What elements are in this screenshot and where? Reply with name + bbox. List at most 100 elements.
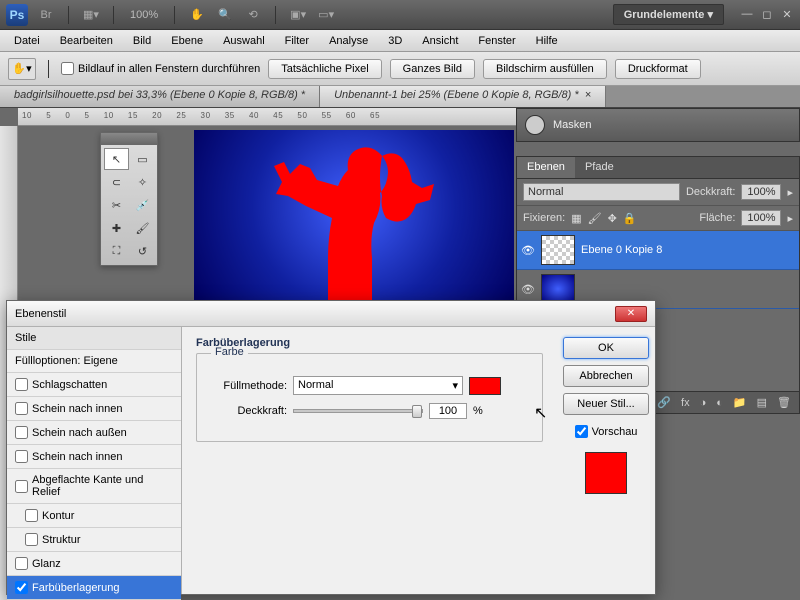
menu-layer[interactable]: Ebene bbox=[163, 33, 211, 49]
overlay-color-swatch[interactable] bbox=[469, 377, 501, 395]
hand-icon[interactable]: ✋ bbox=[187, 5, 207, 25]
heal-tool-icon[interactable]: ✚ bbox=[104, 217, 129, 239]
actual-pixels-button[interactable]: Tatsächliche Pixel bbox=[268, 59, 381, 79]
menu-image[interactable]: Bild bbox=[125, 33, 159, 49]
workspace-dropdown[interactable]: Grundelemente ▾ bbox=[613, 4, 724, 25]
style-texture[interactable]: Struktur bbox=[7, 528, 181, 552]
document-tabs: badgirlsilhouette.psd bei 33,3% (Ebene 0… bbox=[0, 86, 800, 108]
rotate-view-icon[interactable]: ⟲ bbox=[243, 5, 263, 25]
close-app-icon[interactable]: ✕ bbox=[780, 8, 794, 21]
doc-tab-2[interactable]: Unbenannt-1 bei 25% (Ebene 0 Kopie 8, RG… bbox=[320, 86, 606, 107]
menubar: Datei Bearbeiten Bild Ebene Auswahl Filt… bbox=[0, 30, 800, 52]
menu-file[interactable]: Datei bbox=[6, 33, 48, 49]
brush-tool-icon[interactable]: 🖌 bbox=[130, 217, 155, 239]
visibility-icon[interactable]: 👁 bbox=[521, 283, 535, 296]
opacity-value[interactable]: 100% bbox=[741, 184, 781, 200]
group-icon[interactable]: 📁 bbox=[733, 396, 747, 409]
wand-tool-icon[interactable]: ✧ bbox=[130, 171, 155, 193]
screen-mode-icon[interactable]: ▭▾ bbox=[316, 5, 336, 25]
stamp-tool-icon[interactable]: ⛶ bbox=[104, 240, 129, 262]
history-brush-icon[interactable]: ↺ bbox=[130, 240, 155, 262]
menu-analysis[interactable]: Analyse bbox=[321, 33, 376, 49]
fill-flyout-icon[interactable]: ▸ bbox=[787, 212, 793, 225]
palette-drag-handle[interactable] bbox=[101, 133, 157, 145]
mask-icon[interactable]: ◑ bbox=[700, 397, 707, 409]
trash-icon[interactable]: 🗑 bbox=[777, 396, 791, 409]
new-layer-icon[interactable]: ▤ bbox=[757, 396, 767, 409]
adjustment-icon[interactable]: ◐ bbox=[716, 397, 723, 409]
style-bevel[interactable]: Abgeflachte Kante und Relief bbox=[7, 469, 181, 504]
link-layers-icon[interactable]: 🔗 bbox=[657, 396, 671, 409]
crop-tool-icon[interactable]: ✂ bbox=[104, 194, 129, 216]
layer-thumbnail[interactable] bbox=[541, 235, 575, 265]
lasso-tool-icon[interactable]: ⊂ bbox=[104, 171, 129, 193]
masks-panel[interactable]: Masken bbox=[516, 108, 800, 142]
style-outer-glow[interactable]: Schein nach außen bbox=[7, 421, 181, 445]
preview-check[interactable] bbox=[575, 425, 588, 438]
styles-header[interactable]: Stile bbox=[7, 327, 181, 350]
dialog-main: Farbüberlagerung Farbe Füllmethode: Norm… bbox=[182, 327, 557, 594]
menu-select[interactable]: Auswahl bbox=[215, 33, 273, 49]
layer-row[interactable]: 👁 Ebene 0 Kopie 8 bbox=[517, 231, 799, 270]
arrange-icon[interactable]: ▣▾ bbox=[288, 5, 308, 25]
menu-help[interactable]: Hilfe bbox=[528, 33, 566, 49]
style-contour[interactable]: Kontur bbox=[7, 504, 181, 528]
style-satin[interactable]: Glanz bbox=[7, 552, 181, 576]
move-tool-icon[interactable]: ↖ bbox=[104, 148, 129, 170]
lock-transparency-icon[interactable]: ▦ bbox=[571, 212, 581, 225]
new-style-button[interactable]: Neuer Stil... bbox=[563, 393, 649, 415]
blend-options-row[interactable]: Füllloptionen: Eigene bbox=[7, 350, 181, 373]
menu-window[interactable]: Fenster bbox=[470, 33, 523, 49]
lock-position-icon[interactable]: ✥ bbox=[608, 212, 617, 225]
blend-mode-dropdown[interactable]: Normal bbox=[523, 183, 680, 201]
scroll-all-checkbox[interactable] bbox=[61, 62, 74, 75]
dialog-buttons: OK Abbrechen Neuer Stil... Vorschau bbox=[557, 327, 655, 594]
lock-pixels-icon[interactable]: 🖌 bbox=[588, 212, 602, 225]
menu-filter[interactable]: Filter bbox=[277, 33, 317, 49]
print-size-button[interactable]: Druckformat bbox=[615, 59, 701, 79]
visibility-icon[interactable]: 👁 bbox=[521, 244, 535, 257]
app-logo: Ps bbox=[6, 4, 28, 26]
bridge-icon[interactable]: Br bbox=[36, 5, 56, 25]
fill-screen-button[interactable]: Bildschirm ausfüllen bbox=[483, 59, 607, 79]
zoom-level[interactable]: 100% bbox=[130, 9, 158, 21]
fit-screen-button[interactable]: Ganzes Bild bbox=[390, 59, 475, 79]
style-inner-glow[interactable]: Schein nach innen bbox=[7, 445, 181, 469]
opacity-input[interactable] bbox=[429, 403, 467, 419]
tab-paths[interactable]: Pfade bbox=[575, 157, 624, 178]
dialog-titlebar[interactable]: Ebenenstil ✕ bbox=[7, 301, 655, 327]
layer-style-dialog: Ebenenstil ✕ Stile Füllloptionen: Eigene… bbox=[6, 300, 656, 595]
view-extras-icon[interactable]: ▦▾ bbox=[81, 5, 101, 25]
menu-edit[interactable]: Bearbeiten bbox=[52, 33, 121, 49]
eyedropper-tool-icon[interactable]: 💉 bbox=[130, 194, 155, 216]
opacity-slider[interactable] bbox=[293, 409, 423, 413]
cancel-button[interactable]: Abbrechen bbox=[563, 365, 649, 387]
scroll-all-windows-checkbox[interactable]: Bildlauf in allen Fenstern durchführen bbox=[61, 62, 260, 75]
lock-all-icon[interactable]: 🔒 bbox=[623, 212, 637, 225]
current-tool-icon[interactable]: ✋▾ bbox=[8, 58, 36, 80]
menu-3d[interactable]: 3D bbox=[380, 33, 410, 49]
close-icon[interactable]: ✕ bbox=[615, 306, 647, 322]
maximize-icon[interactable]: ◻ bbox=[760, 8, 774, 21]
style-inner-shadow[interactable]: Schein nach innen bbox=[7, 397, 181, 421]
slider-thumb[interactable] bbox=[412, 405, 422, 418]
blend-mode-combo[interactable]: Normal▾ bbox=[293, 376, 463, 395]
marquee-tool-icon[interactable]: ▭ bbox=[130, 148, 155, 170]
tab-layers[interactable]: Ebenen bbox=[517, 157, 575, 178]
style-color-overlay[interactable]: Farbüberlagerung bbox=[7, 576, 181, 600]
section-title: Farbüberlagerung bbox=[196, 337, 543, 349]
doc-tab-1[interactable]: badgirlsilhouette.psd bei 33,3% (Ebene 0… bbox=[0, 86, 320, 107]
fill-value[interactable]: 100% bbox=[741, 210, 781, 226]
style-drop-shadow[interactable]: Schlagschatten bbox=[7, 373, 181, 397]
opacity-flyout-icon[interactable]: ▸ bbox=[787, 186, 793, 199]
scroll-all-label: Bildlauf in allen Fenstern durchführen bbox=[78, 63, 260, 75]
preview-checkbox[interactable]: Vorschau bbox=[575, 425, 638, 438]
zoom-icon[interactable]: 🔍 bbox=[215, 5, 235, 25]
ok-button[interactable]: OK bbox=[563, 337, 649, 359]
document-canvas[interactable] bbox=[194, 130, 514, 300]
minimize-icon[interactable]: — bbox=[740, 8, 754, 21]
fx-icon[interactable]: fx bbox=[681, 397, 690, 409]
menu-view[interactable]: Ansicht bbox=[414, 33, 466, 49]
tools-palette[interactable]: ↖ ▭ ⊂ ✧ ✂ 💉 ✚ 🖌 ⛶ ↺ bbox=[100, 132, 158, 266]
layer-name[interactable]: Ebene 0 Kopie 8 bbox=[581, 244, 662, 256]
